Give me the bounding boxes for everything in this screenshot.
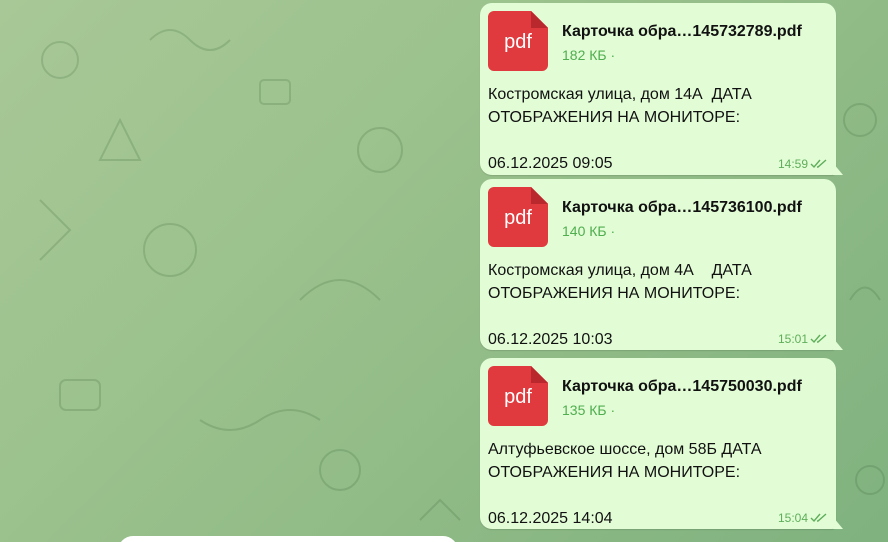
partial-message-bubble[interactable]	[118, 536, 458, 542]
message-text: Костромская улица, дом 4А ДАТА ОТОБРАЖЕН…	[488, 262, 752, 348]
message-bubble[interactable]: pdf Карточка обра…145732789.pdf 182 КБ ·…	[480, 3, 836, 175]
chat-background: pdf Карточка обра…145732789.pdf 182 КБ ·…	[0, 0, 888, 542]
message-bubble[interactable]: pdf Карточка обра…145736100.pdf 140 КБ ·…	[480, 179, 836, 350]
message-text: Алтуфьевское шоссе, дом 58Б ДАТА ОТОБРАЖ…	[488, 441, 762, 527]
message-time: 15:04	[777, 511, 808, 525]
file-size: 140 КБ ·	[562, 223, 616, 239]
pdf-icon-label: pdf	[504, 30, 532, 53]
message-bubble[interactable]: pdf Карточка обра…145750030.pdf 135 КБ ·…	[480, 358, 836, 529]
pdf-file-icon[interactable]: pdf	[488, 366, 548, 426]
message-time: 15:01	[777, 332, 808, 346]
file-name[interactable]: Карточка обра…145750030.pdf	[562, 378, 802, 396]
message-meta: 15:04	[778, 511, 828, 525]
message-meta: 15:01	[778, 332, 828, 346]
pdf-icon-label: pdf	[504, 206, 532, 229]
file-name[interactable]: Карточка обра…145736100.pdf	[562, 199, 802, 217]
file-size: 135 КБ ·	[562, 402, 616, 418]
message-text: Костромская улица, дом 14А ДАТА ОТОБРАЖЕ…	[488, 86, 752, 172]
message-meta: 14:59	[778, 157, 828, 171]
pdf-file-icon[interactable]: pdf	[488, 187, 548, 247]
double-check-icon	[810, 334, 827, 344]
file-name[interactable]: Карточка обра…145732789.pdf	[562, 23, 802, 41]
pdf-icon-label: pdf	[504, 385, 532, 408]
file-size: 182 КБ ·	[562, 47, 616, 63]
message-time: 14:59	[777, 157, 808, 171]
double-check-icon	[810, 513, 827, 523]
pdf-file-icon[interactable]: pdf	[488, 11, 548, 71]
double-check-icon	[810, 159, 827, 169]
